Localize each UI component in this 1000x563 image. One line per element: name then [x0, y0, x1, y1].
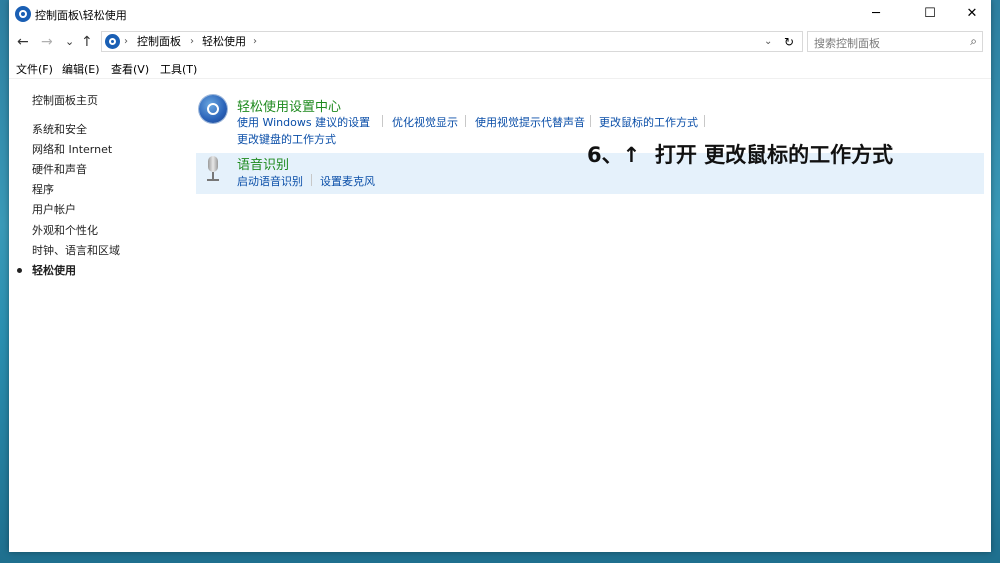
category-title-ease-of-access-center[interactable]: 轻松使用设置中心: [237, 96, 341, 115]
window-title: 控制面板\轻松使用: [35, 9, 127, 22]
sidebar-item-system-security[interactable]: 系统和安全: [32, 121, 87, 137]
breadcrumb-ease-of-access[interactable]: 轻松使用: [202, 34, 246, 50]
current-item-bullet-icon: [17, 268, 22, 273]
breadcrumb-control-panel[interactable]: 控制面板: [137, 34, 181, 50]
breadcrumb-separator-icon[interactable]: ›: [253, 34, 257, 50]
search-icon[interactable]: ⌕: [970, 34, 977, 49]
mic-body-shape: [208, 156, 218, 172]
refresh-icon[interactable]: ↻: [784, 34, 794, 50]
sidebar-item-clock-language-region[interactable]: 时钟、语言和区域: [32, 242, 120, 258]
close-button[interactable]: ✕: [949, 0, 995, 28]
menu-view[interactable]: 查看(V): [111, 61, 149, 77]
link-use-windows-recommended[interactable]: 使用 Windows 建议的设置: [237, 114, 370, 130]
minimize-button[interactable]: ─: [853, 0, 899, 28]
link-divider: [382, 115, 383, 127]
link-optimize-visual-display[interactable]: 优化视觉显示: [392, 114, 458, 130]
maximize-button[interactable]: ☐: [907, 0, 953, 28]
sidebar-item-user-accounts[interactable]: 用户帐户: [32, 201, 76, 217]
link-set-up-microphone[interactable]: 设置麦克风: [320, 173, 375, 189]
up-arrow-icon[interactable]: ↑: [81, 32, 93, 52]
navigation-bar: ← → ⌄ ↑ › 控制面板 › 轻松使用 › ⌄ ↻ 搜索控制面板 ⌕: [9, 30, 991, 54]
menu-edit[interactable]: 编辑(E): [62, 61, 100, 77]
title-bar[interactable]: 控制面板\轻松使用 ─ ☐ ✕: [9, 0, 991, 28]
search-placeholder[interactable]: 搜索控制面板: [814, 35, 880, 51]
link-start-speech-recognition[interactable]: 启动语音识别: [237, 173, 303, 189]
recent-locations-icon[interactable]: ⌄: [65, 32, 74, 52]
link-divider: [704, 115, 705, 127]
link-visual-cues-for-sounds[interactable]: 使用视觉提示代替声音: [475, 114, 585, 130]
ease-of-access-icon[interactable]: [199, 95, 227, 123]
sidebar-item-hardware-sound[interactable]: 硬件和声音: [32, 161, 87, 177]
control-panel-icon: [15, 6, 31, 22]
category-title-speech-recognition[interactable]: 语音识别: [237, 154, 289, 173]
sidebar-home-link[interactable]: 控制面板主页: [32, 92, 98, 108]
sidebar-item-programs[interactable]: 程序: [32, 181, 54, 197]
link-divider: [311, 174, 312, 186]
mic-base-shape: [207, 179, 219, 181]
watermark-url: jingyan.baidu.com: [768, 516, 907, 534]
baidu-jingyan-watermark: Baidu 经验 jingyan.baidu.com: [760, 454, 960, 538]
watermark-text: 经验: [880, 484, 928, 512]
forward-arrow-icon[interactable]: →: [41, 32, 53, 52]
sidebar-item-ease-of-access: 轻松使用: [32, 264, 76, 277]
address-bar[interactable]: › 控制面板 › 轻松使用 › ⌄ ↻: [101, 31, 803, 52]
breadcrumb-separator-icon[interactable]: ›: [190, 34, 194, 50]
menu-file[interactable]: 文件(F): [16, 61, 53, 77]
sidebar-item-network-internet[interactable]: 网络和 Internet: [32, 141, 112, 157]
link-divider: [590, 115, 591, 127]
tutorial-annotation: 6、↑ 打开 更改鼠标的工作方式: [587, 143, 894, 167]
microphone-icon[interactable]: [206, 156, 220, 182]
link-change-keyboard-settings[interactable]: 更改键盘的工作方式: [237, 131, 336, 147]
link-change-mouse-settings[interactable]: 更改鼠标的工作方式: [599, 114, 698, 130]
address-control-panel-icon: [105, 34, 120, 49]
address-dropdown-icon[interactable]: ⌄: [764, 34, 772, 50]
search-box[interactable]: 搜索控制面板 ⌕: [807, 31, 983, 52]
link-divider: [465, 115, 466, 127]
menu-bar: 文件(F) 编辑(E) 查看(V) 工具(T): [9, 58, 991, 79]
menu-tools[interactable]: 工具(T): [160, 61, 197, 77]
watermark-logo: Baidu: [760, 468, 881, 509]
sidebar-item-appearance[interactable]: 外观和个性化: [32, 222, 98, 238]
back-arrow-icon[interactable]: ←: [17, 32, 29, 52]
breadcrumb-separator-icon: ›: [124, 36, 128, 47]
paw-icon-toe: [856, 454, 866, 466]
